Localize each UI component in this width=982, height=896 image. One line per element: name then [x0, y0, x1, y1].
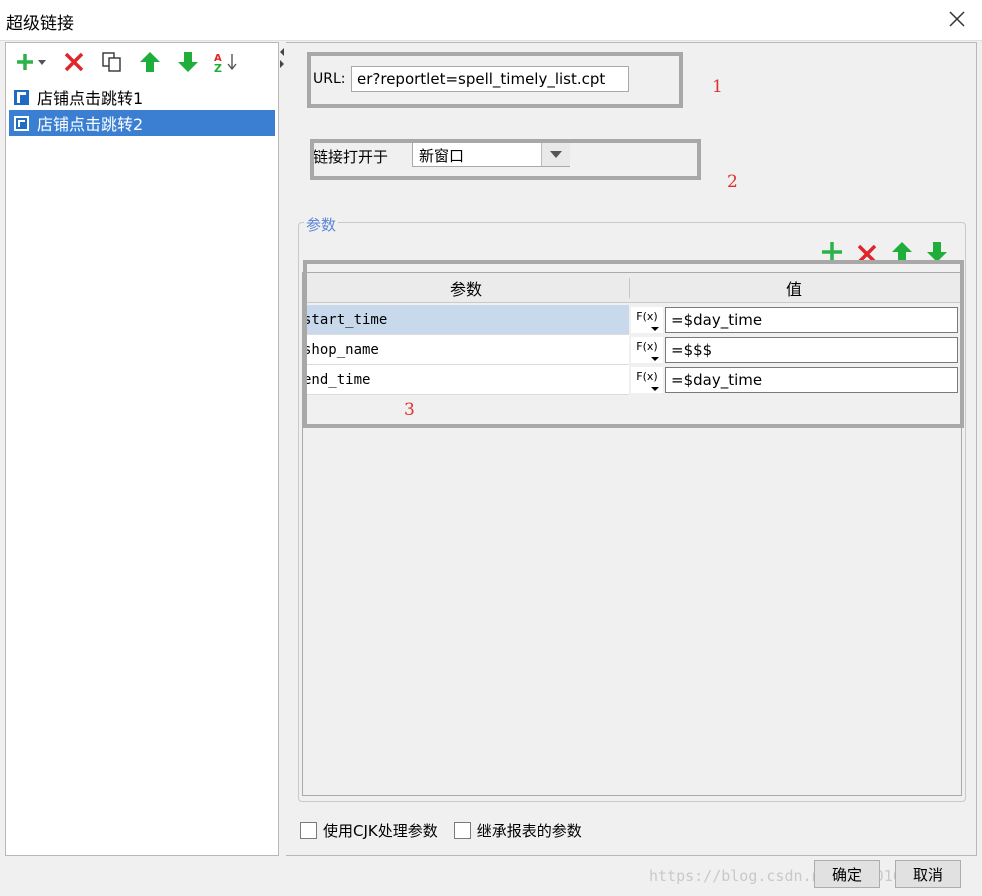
annotation-box-2 [310, 139, 701, 180]
arrow-up-icon [140, 52, 160, 72]
title-bar [0, 0, 982, 41]
svg-text:Z: Z [214, 62, 222, 74]
close-icon [949, 11, 965, 27]
add-link-button[interactable] [14, 48, 50, 76]
list-item-label: 店铺点击跳转1 [37, 89, 144, 108]
inherit-params-checkbox[interactable] [453, 822, 471, 839]
arrow-down-icon [178, 52, 198, 72]
copy-link-button[interactable] [98, 48, 126, 76]
hyperlink-icon [14, 89, 29, 105]
ok-button[interactable]: 确定 [814, 860, 880, 888]
annotation-box-3 [303, 260, 964, 428]
annotation-box-1 [307, 52, 683, 108]
link-list-toolbar: A Z [14, 46, 240, 78]
delete-link-button[interactable] [60, 48, 88, 76]
sort-button[interactable]: A Z [212, 48, 240, 76]
cancel-button[interactable]: 取消 [895, 860, 961, 888]
panel-splitter[interactable] [278, 44, 286, 84]
link-list-panel [5, 42, 279, 856]
add-dropdown-icon [17, 54, 46, 70]
inherit-params-label: 继承报表的参数 [476, 822, 582, 840]
use-cjk-checkbox[interactable] [300, 822, 317, 839]
use-cjk-label: 使用CJK处理参数 [323, 822, 438, 840]
list-item[interactable]: 店铺点击跳转1 [9, 84, 275, 110]
options-row: 使用CJK处理参数 继承报表的参数 [300, 820, 582, 841]
move-up-button[interactable] [136, 48, 164, 76]
window-title: 超级链接 [6, 14, 74, 34]
annotation-number-1: 1 [712, 77, 723, 97]
list-item-selected[interactable]: 店铺点击跳转2 [9, 110, 275, 136]
sort-az-icon: A Z [214, 53, 237, 74]
list-item-label: 店铺点击跳转2 [37, 115, 144, 134]
move-down-button[interactable] [174, 48, 202, 76]
delete-icon [64, 52, 84, 72]
hyperlink-icon [14, 115, 29, 131]
copy-icon [102, 52, 121, 72]
annotation-number-3: 3 [404, 400, 415, 420]
link-list: 店铺点击跳转1 店铺点击跳转2 [9, 84, 275, 136]
params-group-title: 参数 [304, 214, 339, 235]
annotation-number-2: 2 [727, 172, 738, 192]
collapse-arrows-icon [280, 48, 284, 68]
close-button[interactable] [940, 2, 974, 36]
